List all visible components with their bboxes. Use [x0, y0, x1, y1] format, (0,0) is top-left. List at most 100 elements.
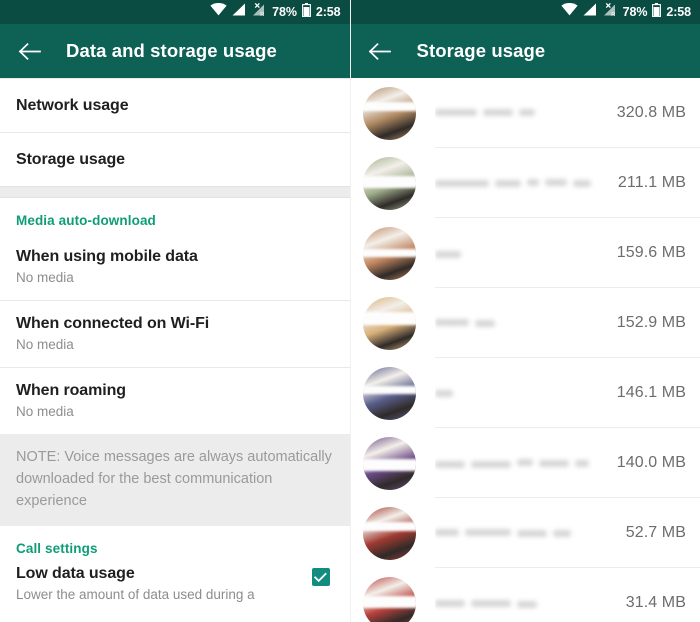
- avatar-redaction-band: [362, 102, 416, 111]
- redacted-text-fragment: [518, 109, 535, 116]
- back-arrow-icon: [368, 42, 391, 60]
- contact-name: [434, 592, 626, 614]
- signal-icon: [232, 3, 246, 21]
- redacted-text-fragment: [552, 530, 571, 537]
- setting-row-network-usage[interactable]: Network usage: [0, 79, 350, 132]
- storage-usage-row[interactable]: 159.6 MB: [351, 218, 700, 288]
- back-arrow-icon: [18, 42, 41, 60]
- setting-row-storage-usage[interactable]: Storage usage: [0, 133, 350, 186]
- section-separator-band: [0, 186, 350, 198]
- contact-avatar: [362, 506, 416, 560]
- contact-name: [434, 522, 626, 544]
- storage-size-label: 146.1 MB: [616, 384, 686, 401]
- storage-size-label: 159.6 MB: [616, 244, 686, 261]
- svg-text:R: R: [260, 12, 264, 17]
- redacted-text-fragment: [538, 460, 569, 467]
- contact-avatar: [362, 366, 416, 420]
- left-app-bar: Data and storage usage: [0, 24, 350, 78]
- setting-subtitle: No media: [16, 270, 74, 286]
- storage-usage-row[interactable]: 31.4 MB: [351, 568, 700, 622]
- redacted-text-fragment: [526, 179, 539, 186]
- contact-avatar: [362, 436, 416, 490]
- battery-icon: [652, 2, 662, 22]
- low-data-usage-text: Low data usage Lower the amount of data …: [16, 562, 312, 603]
- setting-title: When connected on Wi-Fi: [16, 315, 210, 333]
- avatar-redaction-band: [362, 248, 416, 258]
- redacted-text-fragment: [516, 459, 533, 466]
- avatar-redaction-band: [362, 385, 416, 395]
- wifi-icon: [561, 3, 578, 21]
- storage-usage-row[interactable]: 152.9 MB: [351, 288, 700, 358]
- storage-size-label: 140.0 MB: [616, 454, 686, 471]
- signal-roaming-off-icon: R: [251, 2, 267, 22]
- setting-title: When roaming: [16, 382, 126, 400]
- storage-usage-row[interactable]: 320.8 MB: [351, 78, 700, 148]
- contact-avatar: [362, 226, 416, 280]
- setting-title: Storage usage: [16, 150, 125, 168]
- contact-name: [434, 102, 617, 124]
- avatar-redaction-band: [362, 175, 416, 189]
- back-button-left[interactable]: [16, 38, 42, 64]
- contact-avatar: [362, 296, 416, 350]
- storage-usage-list: 320.8 MB 211.1 MB 159.6 MB 152.9 MB 146.1 MB…: [350, 78, 700, 622]
- contact-name: [434, 172, 618, 194]
- redacted-text-fragment: [434, 600, 465, 607]
- redacted-text-fragment: [516, 530, 547, 537]
- avatar-redaction-band: [362, 522, 416, 531]
- svg-text:R: R: [611, 12, 615, 17]
- storage-size-label: 52.7 MB: [625, 524, 686, 541]
- battery-percent-label: 78%: [622, 4, 648, 19]
- redacted-text-fragment: [494, 180, 521, 187]
- battery-icon: [301, 2, 311, 22]
- section-header-media-auto-download: Media auto-download: [16, 213, 156, 228]
- dual-screenshot-container: R 78% 2:58 Data and storage usage Networ…: [0, 0, 700, 622]
- setting-row-when-roaming[interactable]: When roaming No media: [0, 368, 350, 434]
- redacted-text-fragment: [470, 461, 511, 468]
- contact-avatar: [362, 156, 416, 210]
- right-page-title: Storage usage: [416, 40, 546, 61]
- setting-row-when-using-mobile-data[interactable]: When using mobile data No media: [0, 234, 350, 300]
- setting-row-when-connected-on-wifi[interactable]: When connected on Wi-Fi No media: [0, 301, 350, 367]
- avatar-redaction-band: [362, 458, 416, 472]
- redacted-text-fragment: [470, 600, 511, 607]
- storage-size-label: 211.1 MB: [617, 174, 686, 191]
- signal-roaming-off-icon: R: [602, 2, 618, 22]
- contact-name: [434, 382, 617, 404]
- checkmark-icon: [314, 572, 327, 582]
- setting-subtitle: No media: [16, 404, 74, 420]
- storage-usage-row[interactable]: 52.7 MB: [351, 498, 700, 568]
- storage-usage-row[interactable]: 140.0 MB: [351, 428, 700, 498]
- redacted-text-fragment: [434, 319, 469, 326]
- status-bar-left: R 78% 2:58: [0, 0, 350, 24]
- storage-usage-row[interactable]: 211.1 MB: [351, 148, 700, 218]
- setting-row-low-data-usage[interactable]: Low data usage Lower the amount of data …: [0, 562, 350, 622]
- contact-name: [434, 452, 617, 474]
- redacted-text-fragment: [434, 461, 465, 468]
- section-header-call-settings: Call settings: [16, 541, 98, 556]
- signal-icon: [583, 3, 597, 21]
- redacted-text-fragment: [434, 390, 453, 397]
- setting-subtitle: No media: [16, 337, 74, 353]
- redacted-text-fragment: [474, 320, 495, 327]
- redacted-text-fragment: [434, 109, 477, 116]
- right-app-bar: Storage usage: [350, 24, 700, 78]
- avatar-redaction-band: [362, 595, 416, 609]
- redacted-text-fragment: [464, 529, 511, 536]
- setting-title: Network usage: [16, 96, 129, 114]
- avatar-redaction-band: [362, 312, 416, 326]
- media-auto-download-note: NOTE: Voice messages are always automati…: [0, 434, 350, 526]
- low-data-usage-checkbox[interactable]: [311, 568, 330, 586]
- setting-title: When using mobile data: [16, 248, 198, 266]
- storage-size-label: 31.4 MB: [625, 594, 686, 611]
- storage-size-label: 152.9 MB: [616, 314, 686, 331]
- contact-avatar: [362, 86, 416, 140]
- redacted-text-fragment: [516, 601, 537, 608]
- back-button-right[interactable]: [367, 38, 393, 64]
- status-bar-right: R 78% 2:58: [350, 0, 700, 24]
- storage-usage-row[interactable]: 146.1 MB: [351, 358, 700, 428]
- redacted-text-fragment: [574, 460, 589, 467]
- data-and-storage-usage-screen: R 78% 2:58 Data and storage usage Networ…: [0, 0, 351, 622]
- left-page-title: Data and storage usage: [66, 40, 277, 61]
- redacted-text-fragment: [482, 109, 513, 116]
- storage-size-label: 320.8 MB: [616, 104, 686, 121]
